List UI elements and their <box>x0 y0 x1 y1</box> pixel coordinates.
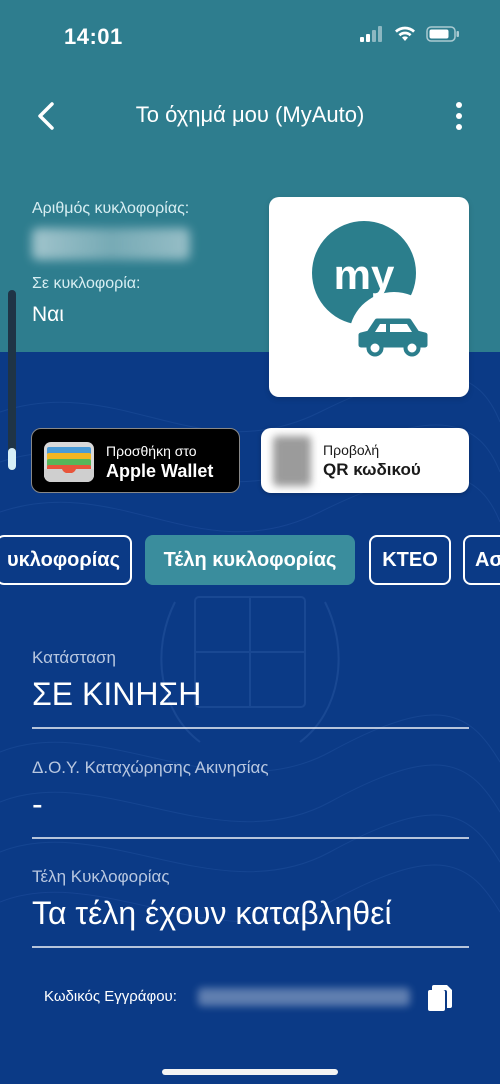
scroll-thumb[interactable] <box>8 448 16 470</box>
tab-circulation[interactable]: υκλοφορίας <box>0 535 132 585</box>
tab-circulation-fees[interactable]: Τέλη κυκλοφορίας <box>145 535 355 585</box>
add-to-apple-wallet-button[interactable]: Προσθήκη στο Apple Wallet <box>31 428 240 493</box>
tax-office-label: Δ.Ο.Υ. Καταχώρησης Ακινησίας <box>32 758 269 777</box>
more-dot <box>456 113 462 119</box>
status-label: Κατάσταση <box>32 648 117 667</box>
wifi-icon <box>395 26 415 41</box>
show-qr-code-button[interactable]: Προβολή QR κωδικού <box>261 428 469 493</box>
wallet-line2: Apple Wallet <box>106 461 214 481</box>
battery-icon <box>426 26 459 42</box>
wallet-line1: Προσθήκη στο <box>106 443 197 459</box>
signal-icon <box>360 26 382 42</box>
plate-number-redacted <box>32 228 190 260</box>
tax-office-value: - <box>32 786 43 822</box>
document-code-redacted <box>198 988 410 1006</box>
scroll-track[interactable] <box>8 290 16 470</box>
myauto-logo-card: my <box>269 197 469 397</box>
page-title: Το όχημά μου (MyAuto) <box>135 102 365 127</box>
in-circulation-label: Σε κυκλοφορία: <box>32 275 141 292</box>
divider <box>32 727 469 729</box>
fees-label: Τέλη Κυκλοφορίας <box>32 867 170 886</box>
copy-icon <box>428 985 452 1011</box>
divider <box>32 946 469 948</box>
home-indicator[interactable] <box>162 1069 338 1075</box>
more-dots-icon <box>456 102 462 108</box>
wallet-icon <box>44 442 94 482</box>
status-time: 14:01 <box>64 24 123 49</box>
in-circulation-value: Ναι <box>32 303 64 326</box>
tab-insurance[interactable]: Ασ <box>463 535 500 585</box>
status-icons <box>360 26 460 42</box>
more-options-button[interactable] <box>444 96 474 136</box>
logo-text: my <box>334 251 395 298</box>
status-value: ΣΕ ΚΙΝΗΣΗ <box>32 676 202 712</box>
more-dot <box>456 124 462 130</box>
qr-line2: QR κωδικού <box>323 460 421 479</box>
qr-code-icon <box>273 436 311 486</box>
fees-value: Τα τέλη έχουν καταβληθεί <box>32 895 392 931</box>
copy-button[interactable] <box>424 982 456 1014</box>
document-code-label: Κωδικός Εγγράφου: <box>44 988 177 1005</box>
plate-label: Αριθμός κυκλοφορίας: <box>32 200 190 217</box>
myauto-logo-icon: my <box>312 221 439 382</box>
tab-kteo[interactable]: ΚΤΕΟ <box>369 535 451 585</box>
qr-line1: Προβολή <box>323 442 380 458</box>
divider <box>32 837 469 839</box>
